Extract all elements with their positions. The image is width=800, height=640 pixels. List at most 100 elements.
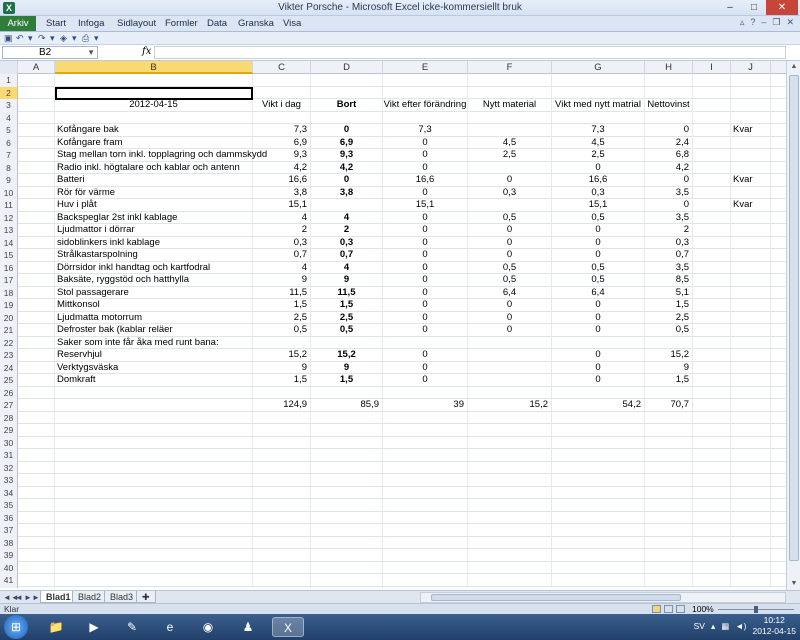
row-header[interactable]: 40 — [0, 561, 18, 574]
cell-h13[interactable]: 2 — [645, 224, 693, 237]
cell-g20[interactable]: 0 — [552, 311, 645, 324]
cell-g35[interactable] — [552, 499, 645, 512]
row-header[interactable]: 32 — [0, 461, 18, 474]
cell-f20[interactable]: 0 — [468, 311, 552, 324]
cell-d27[interactable]: 85,9 — [311, 399, 383, 412]
cell-b16[interactable]: Dörrsidor inkl handtag och kartfodral — [55, 261, 253, 274]
row-header[interactable]: 14 — [0, 236, 18, 249]
cell-i17[interactable] — [693, 274, 731, 287]
fill-dropdown-icon[interactable]: ▾ — [72, 32, 77, 45]
cell-c39[interactable] — [253, 549, 311, 562]
cell-d3[interactable]: Bort — [311, 99, 383, 112]
cell-e31[interactable] — [383, 449, 468, 462]
cell-a30[interactable] — [18, 436, 55, 449]
zoom-slider[interactable] — [718, 606, 794, 613]
row-header[interactable]: 19 — [0, 299, 18, 312]
cell-h34[interactable] — [645, 486, 693, 499]
cell-j21[interactable] — [731, 324, 771, 337]
language-indicator[interactable]: SV — [694, 621, 705, 631]
cell-i27[interactable] — [693, 399, 731, 412]
cell-c33[interactable] — [253, 474, 311, 487]
vertical-scroll-thumb[interactable] — [789, 75, 799, 561]
column-header-c[interactable]: C — [253, 61, 311, 74]
cell-a23[interactable] — [18, 349, 55, 362]
page-break-view-icon[interactable] — [676, 605, 685, 613]
cell-h25[interactable]: 1,5 — [645, 374, 693, 387]
cell-d2[interactable] — [311, 86, 383, 99]
cell-c20[interactable]: 2,5 — [253, 311, 311, 324]
cell-f35[interactable] — [468, 499, 552, 512]
cell-i23[interactable] — [693, 349, 731, 362]
row-header[interactable]: 12 — [0, 211, 18, 224]
cell-c29[interactable] — [253, 424, 311, 437]
cell-f3[interactable]: Nytt material — [468, 99, 552, 112]
cell-g31[interactable] — [552, 449, 645, 462]
cell-b1[interactable] — [55, 74, 253, 87]
cell-d33[interactable] — [311, 474, 383, 487]
cell-c36[interactable] — [253, 511, 311, 524]
cell-a3[interactable] — [18, 99, 55, 112]
cell-j18[interactable] — [731, 286, 771, 299]
cell-h27[interactable]: 70,7 — [645, 399, 693, 412]
cell-g34[interactable] — [552, 486, 645, 499]
column-header-g[interactable]: G — [552, 61, 645, 74]
cell-j13[interactable] — [731, 224, 771, 237]
cell-g7[interactable]: 2,5 — [552, 149, 645, 162]
cell-c3[interactable]: Vikt i dag — [253, 99, 311, 112]
cell-c15[interactable]: 0,7 — [253, 249, 311, 262]
cell-e33[interactable] — [383, 474, 468, 487]
cell-h31[interactable] — [645, 449, 693, 462]
cell-g13[interactable]: 0 — [552, 224, 645, 237]
cell-a17[interactable] — [18, 274, 55, 287]
cell-c9[interactable]: 16,6 — [253, 174, 311, 187]
cell-g27[interactable]: 54,2 — [552, 399, 645, 412]
cell-d8[interactable]: 4,2 — [311, 161, 383, 174]
cell-j12[interactable] — [731, 211, 771, 224]
cell-f36[interactable] — [468, 511, 552, 524]
cell-h39[interactable] — [645, 549, 693, 562]
cell-e2[interactable] — [383, 86, 468, 99]
column-header-a[interactable]: A — [18, 61, 55, 74]
cell-a41[interactable] — [18, 574, 55, 587]
cell-i4[interactable] — [693, 111, 731, 124]
cell-g36[interactable] — [552, 511, 645, 524]
cell-b17[interactable]: Baksäte, ryggstöd och hatthylla — [55, 274, 253, 287]
cell-h14[interactable]: 0,3 — [645, 236, 693, 249]
cell-a42[interactable] — [18, 586, 55, 588]
cell-d31[interactable] — [311, 449, 383, 462]
cell-i28[interactable] — [693, 411, 731, 424]
cell-a5[interactable] — [18, 124, 55, 137]
cell-i32[interactable] — [693, 461, 731, 474]
cell-c26[interactable] — [253, 386, 311, 399]
cell-c19[interactable]: 1,5 — [253, 299, 311, 312]
cell-i39[interactable] — [693, 549, 731, 562]
cell-j1[interactable] — [731, 74, 771, 87]
doc-close-icon[interactable]: ✕ — [786, 17, 794, 28]
tray-arrow-icon[interactable]: ▴ — [711, 621, 715, 632]
cell-f23[interactable] — [468, 349, 552, 362]
undo-dropdown-icon[interactable]: ▾ — [28, 32, 33, 45]
cell-a22[interactable] — [18, 336, 55, 349]
cell-j8[interactable] — [731, 161, 771, 174]
cell-c21[interactable]: 0,5 — [253, 324, 311, 337]
cell-c23[interactable]: 15,2 — [253, 349, 311, 362]
cell-h37[interactable] — [645, 524, 693, 537]
cell-b23[interactable]: Reservhjul — [55, 349, 253, 362]
row-header[interactable]: 8 — [0, 161, 18, 174]
cell-f32[interactable] — [468, 461, 552, 474]
cell-e25[interactable]: 0 — [383, 374, 468, 387]
cell-i3[interactable] — [693, 99, 731, 112]
cell-f34[interactable] — [468, 486, 552, 499]
cell-i1[interactable] — [693, 74, 731, 87]
cell-j2[interactable] — [731, 86, 771, 99]
cell-d39[interactable] — [311, 549, 383, 562]
cell-i34[interactable] — [693, 486, 731, 499]
cell-i14[interactable] — [693, 236, 731, 249]
cell-c30[interactable] — [253, 436, 311, 449]
column-header-j[interactable]: J — [731, 61, 771, 74]
cell-a38[interactable] — [18, 536, 55, 549]
cell-j37[interactable] — [731, 524, 771, 537]
sheet-tab-blad2[interactable]: Blad2 — [72, 591, 108, 603]
cell-d35[interactable] — [311, 499, 383, 512]
explorer-icon[interactable]: 📁 — [40, 617, 72, 637]
